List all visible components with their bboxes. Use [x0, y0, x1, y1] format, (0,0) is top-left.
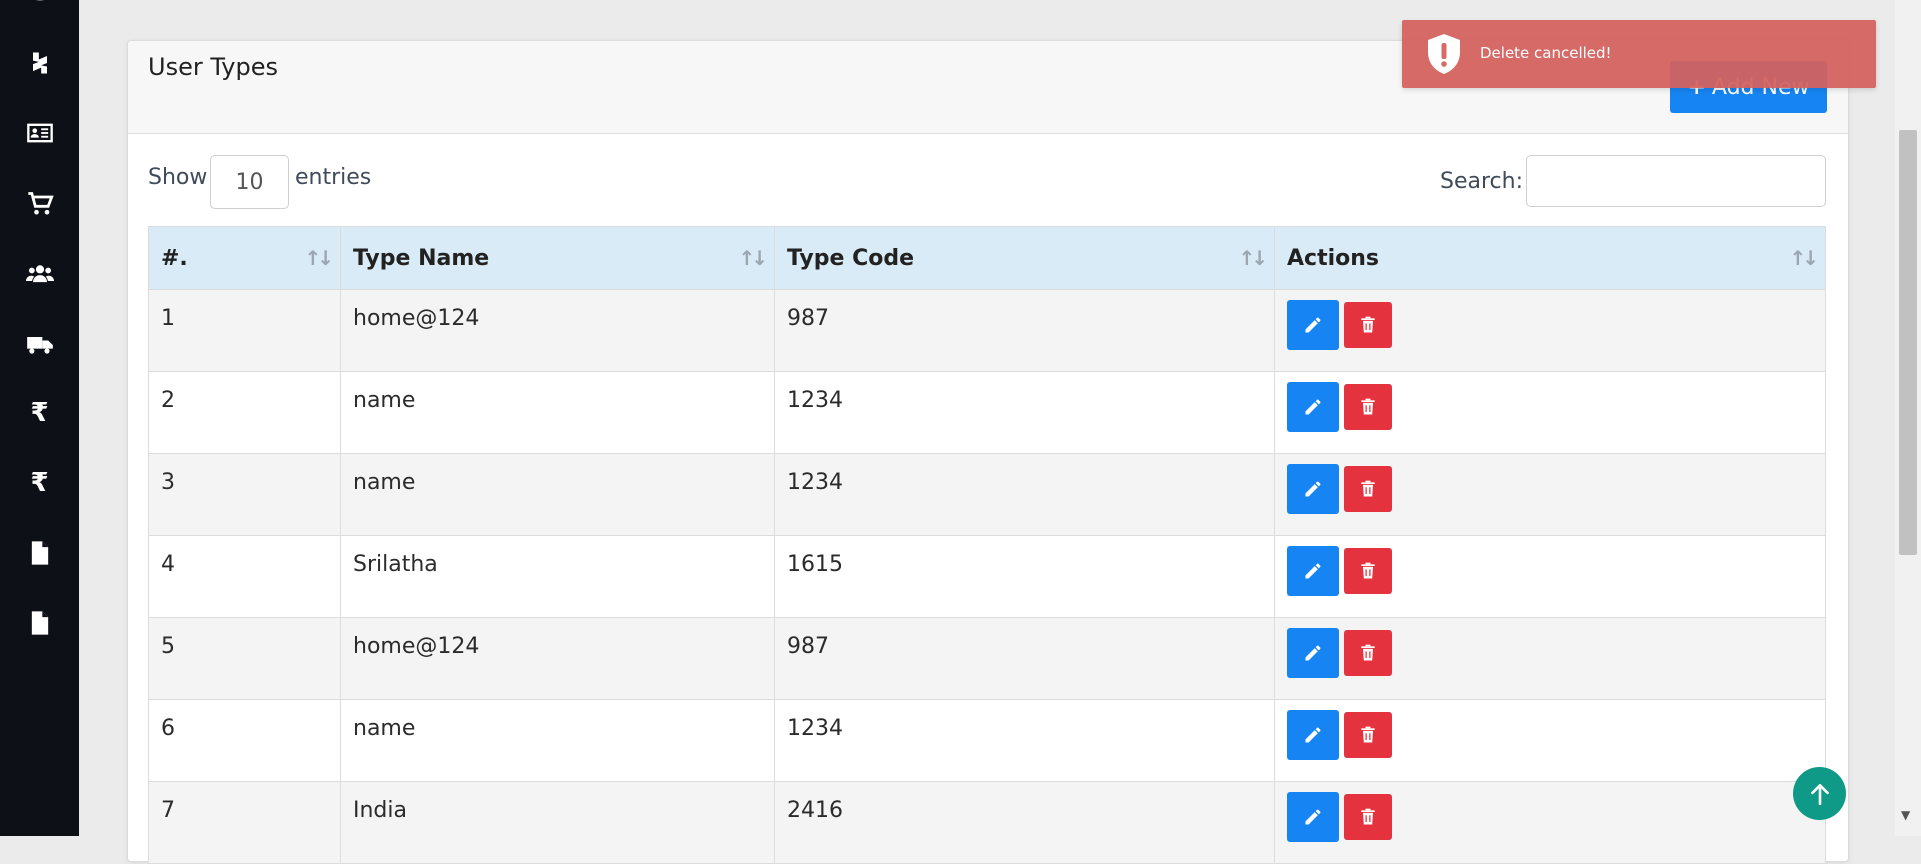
type-code-cell: 2416: [774, 781, 1275, 864]
pencil-icon: [1303, 315, 1323, 335]
type-code-cell: 1234: [774, 453, 1275, 536]
type-code-cell: 1234: [774, 371, 1275, 454]
file-icon[interactable]: [0, 533, 79, 573]
delete-button[interactable]: [1344, 466, 1392, 512]
type-name-cell: Srilatha: [340, 535, 775, 618]
edit-button[interactable]: [1287, 464, 1339, 514]
pencil-icon: [1303, 397, 1323, 417]
edit-button[interactable]: [1287, 546, 1339, 596]
sidebar: ₹ ₹: [0, 0, 79, 836]
row-number-cell: 4: [148, 535, 341, 618]
toast-message: Delete cancelled!: [1480, 44, 1612, 62]
search-label: Search:: [1440, 169, 1523, 194]
delete-button[interactable]: [1344, 794, 1392, 840]
arrow-up-icon: [1810, 783, 1829, 805]
toast-notification[interactable]: Delete cancelled!: [1402, 20, 1876, 88]
type-name-cell: name: [340, 453, 775, 536]
page-scrollbar[interactable]: ▼: [1895, 0, 1921, 836]
delete-button[interactable]: [1344, 302, 1392, 348]
row-number-cell: 1: [148, 289, 341, 372]
scrollbar-thumb[interactable]: [1899, 130, 1917, 555]
edit-button[interactable]: [1287, 710, 1339, 760]
row-number-cell: 5: [148, 617, 341, 700]
column-header-type-name[interactable]: Type Name ↑↓: [340, 226, 775, 290]
scroll-down-arrow-icon[interactable]: ▼: [1901, 808, 1910, 822]
row-number-cell: 3: [148, 453, 341, 536]
actions-cell: [1274, 289, 1826, 372]
pencil-icon: [1303, 479, 1323, 499]
user-types-table: #. ↑↓ Type Name ↑↓ Type Code ↑↓ Actions …: [148, 226, 1826, 864]
table-row: 6 name 1234: [148, 699, 1826, 782]
rupee-icon[interactable]: ₹: [0, 393, 79, 433]
table-row: 7 India 2416: [148, 781, 1826, 864]
trash-icon: [1358, 479, 1378, 499]
shield-alert-icon: [1428, 34, 1460, 74]
pencil-icon: [1303, 561, 1323, 581]
type-code-cell: 1234: [774, 699, 1275, 782]
database-icon[interactable]: [0, 0, 79, 18]
delete-button[interactable]: [1344, 712, 1392, 758]
page-length-select[interactable]: 10: [210, 155, 289, 209]
entries-label: entries: [295, 165, 372, 190]
trash-icon: [1358, 315, 1378, 335]
row-number-cell: 6: [148, 699, 341, 782]
column-header-type-code[interactable]: Type Code ↑↓: [774, 226, 1275, 290]
row-number-cell: 2: [148, 371, 341, 454]
column-header-number[interactable]: #. ↑↓: [148, 226, 341, 290]
type-name-cell: India: [340, 781, 775, 864]
cart-icon[interactable]: [0, 184, 79, 224]
pencil-icon: [1303, 643, 1323, 663]
id-card-icon[interactable]: [0, 113, 79, 153]
sort-icon: ↑↓: [304, 246, 333, 270]
sort-icon: ↑↓: [1789, 246, 1818, 270]
trash-icon: [1358, 397, 1378, 417]
sort-icon: ↑↓: [738, 246, 767, 270]
users-icon[interactable]: [0, 254, 79, 294]
actions-cell: [1274, 535, 1826, 618]
delete-button[interactable]: [1344, 384, 1392, 430]
column-header-actions[interactable]: Actions ↑↓: [1274, 226, 1826, 290]
truck-icon[interactable]: [0, 324, 79, 364]
actions-cell: [1274, 371, 1826, 454]
trash-icon: [1358, 643, 1378, 663]
table-row: 1 home@124 987: [148, 289, 1826, 372]
type-code-cell: 987: [774, 617, 1275, 700]
actions-cell: [1274, 453, 1826, 536]
row-number-cell: 7: [148, 781, 341, 864]
actions-cell: [1274, 781, 1826, 864]
brand-s-icon[interactable]: [0, 43, 79, 83]
actions-cell: [1274, 699, 1826, 782]
delete-button[interactable]: [1344, 630, 1392, 676]
type-name-cell: home@124: [340, 617, 775, 700]
pencil-icon: [1303, 807, 1323, 827]
rupee-icon[interactable]: ₹: [0, 463, 79, 503]
table-row: 3 name 1234: [148, 453, 1826, 536]
show-label: Show: [148, 165, 208, 190]
page-title: User Types: [148, 53, 278, 81]
file-icon[interactable]: [0, 603, 79, 643]
sort-icon: ↑↓: [1238, 246, 1267, 270]
type-name-cell: name: [340, 371, 775, 454]
table-row: 5 home@124 987: [148, 617, 1826, 700]
delete-button[interactable]: [1344, 548, 1392, 594]
edit-button[interactable]: [1287, 382, 1339, 432]
table-row: 4 Srilatha 1615: [148, 535, 1826, 618]
type-name-cell: home@124: [340, 289, 775, 372]
back-to-top-button[interactable]: [1793, 767, 1846, 820]
edit-button[interactable]: [1287, 628, 1339, 678]
search-input[interactable]: [1526, 155, 1826, 207]
trash-icon: [1358, 807, 1378, 827]
type-code-cell: 1615: [774, 535, 1275, 618]
table-row: 2 name 1234: [148, 371, 1826, 454]
trash-icon: [1358, 561, 1378, 581]
actions-cell: [1274, 617, 1826, 700]
type-code-cell: 987: [774, 289, 1275, 372]
pencil-icon: [1303, 725, 1323, 745]
edit-button[interactable]: [1287, 792, 1339, 842]
type-name-cell: name: [340, 699, 775, 782]
edit-button[interactable]: [1287, 300, 1339, 350]
user-types-card: User Types + Add New Show 10 entries Sea…: [127, 40, 1849, 864]
trash-icon: [1358, 725, 1378, 745]
